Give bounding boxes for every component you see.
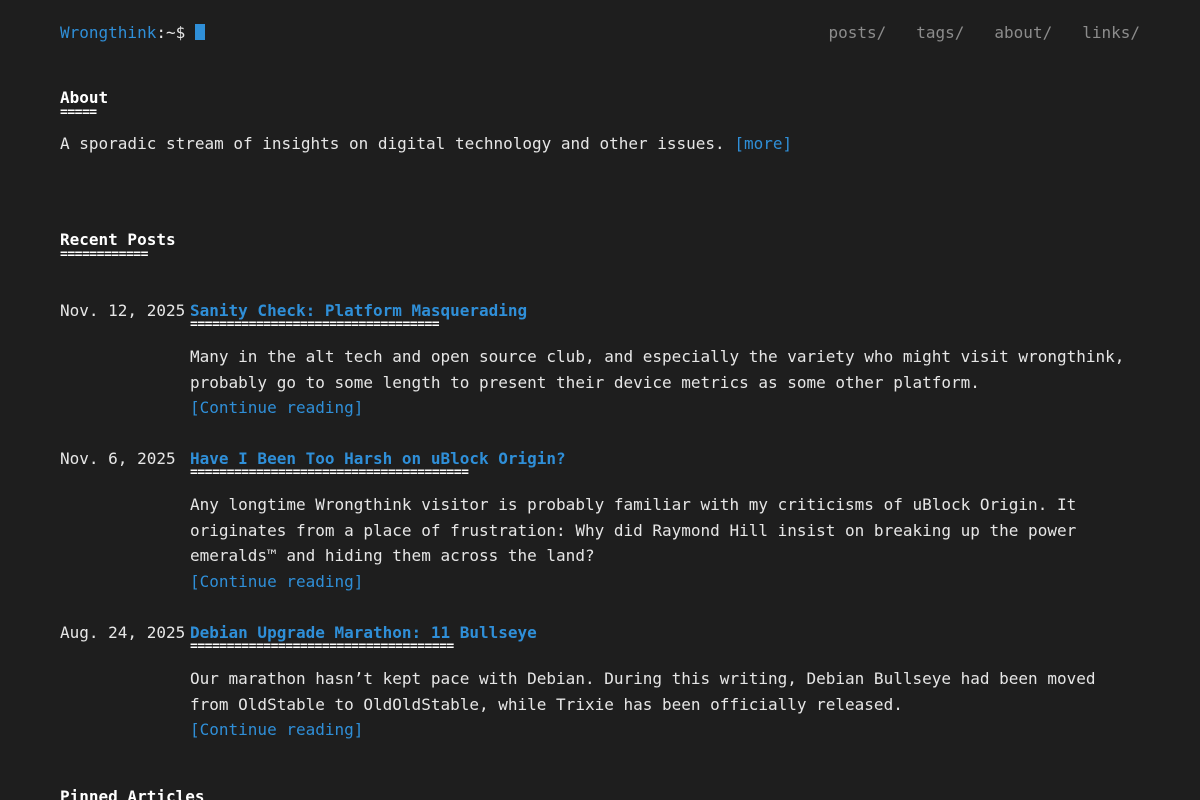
- post-title-link[interactable]: Sanity Check: Platform Masquerading: [190, 300, 1140, 322]
- site-name: Wrongthink: [60, 23, 157, 42]
- post-date: Nov. 12, 2025: [60, 301, 186, 320]
- about-heading: About: [60, 88, 109, 107]
- post-date: Nov. 6, 2025: [60, 449, 176, 468]
- cursor-block: [195, 24, 206, 40]
- pinned-articles-heading: Pinned Articles: [60, 787, 205, 800]
- nav-about[interactable]: about/: [994, 22, 1052, 44]
- post-body: Sanity Check: Platform Masquerading ====…: [190, 300, 1140, 421]
- post-summary: Any longtime Wrongthink visitor is proba…: [190, 492, 1140, 594]
- shell-prompt: :~$: [156, 23, 186, 42]
- recent-posts-heading: Recent Posts: [60, 230, 176, 249]
- about-description: A sporadic stream of insights on digital…: [60, 133, 792, 155]
- post-title-link[interactable]: Debian Upgrade Marathon: 11 Bullseye: [190, 622, 1140, 644]
- nav-tags[interactable]: tags/: [916, 22, 964, 44]
- site-header: Wrongthink:~$ posts/ tags/ about/ links/: [60, 20, 1140, 46]
- continue-reading-link[interactable]: [Continue reading]: [190, 395, 363, 420]
- post-body: Have I Been Too Harsh on uBlock Origin? …: [190, 448, 1140, 594]
- post-title-link[interactable]: Have I Been Too Harsh on uBlock Origin?: [190, 448, 1140, 470]
- site-title-link[interactable]: Wrongthink:~$: [60, 22, 206, 44]
- post-summary: Many in the alt tech and open source clu…: [190, 344, 1140, 421]
- post-title-underline: ======================================: [190, 468, 469, 478]
- continue-reading-link[interactable]: [Continue reading]: [190, 717, 363, 742]
- recent-posts-underline: ============: [60, 250, 148, 260]
- post-summary: Our marathon hasn’t kept pace with Debia…: [190, 666, 1140, 743]
- about-heading-underline: =====: [60, 108, 97, 118]
- post-date: Aug. 24, 2025: [60, 623, 186, 642]
- about-text: A sporadic stream of insights on digital…: [60, 134, 725, 153]
- post-summary-text: Many in the alt tech and open source clu…: [190, 347, 1125, 392]
- main-nav: posts/ tags/ about/ links/: [828, 22, 1140, 44]
- nav-links[interactable]: links/: [1082, 22, 1140, 44]
- post-summary-text: Our marathon hasn’t kept pace with Debia…: [190, 669, 1096, 714]
- nav-posts[interactable]: posts/: [828, 22, 886, 44]
- post-title-underline: ====================================: [190, 642, 454, 652]
- post-summary-text: Any longtime Wrongthink visitor is proba…: [190, 495, 1077, 565]
- post-body: Debian Upgrade Marathon: 11 Bullseye ===…: [190, 622, 1140, 743]
- post-title-underline: ==================================: [190, 320, 440, 330]
- continue-reading-link[interactable]: [Continue reading]: [190, 569, 363, 594]
- about-more-link[interactable]: [more]: [734, 134, 792, 153]
